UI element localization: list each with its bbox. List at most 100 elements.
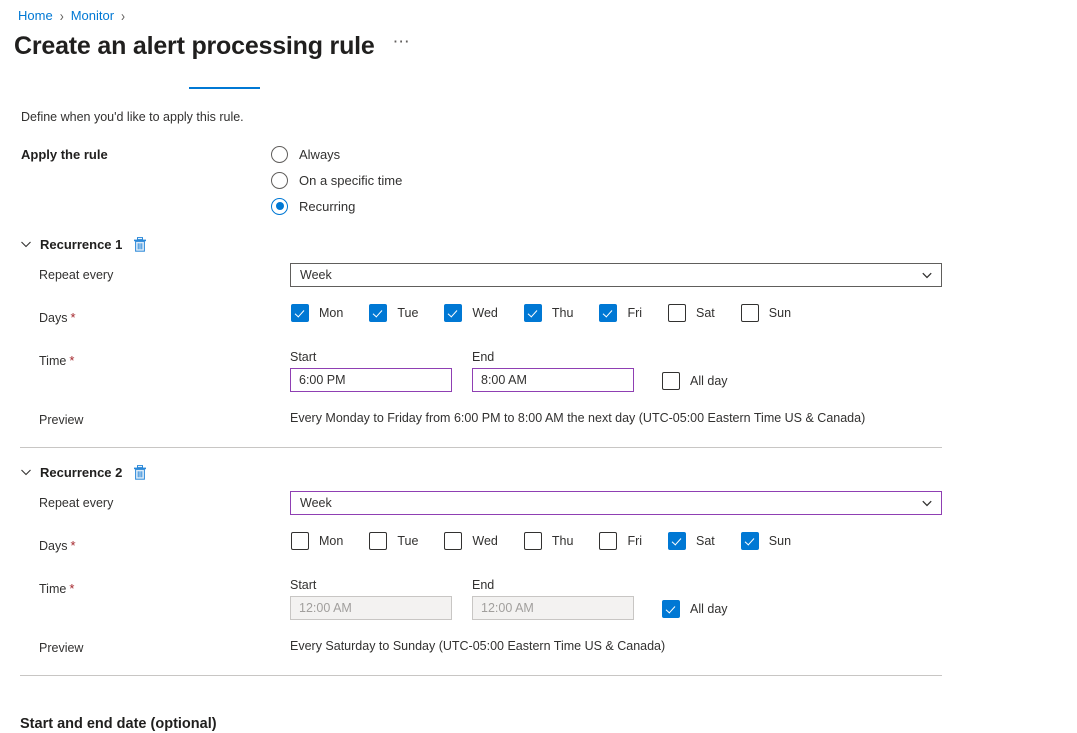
checkbox-icon [599, 532, 617, 550]
end-time-input: 12:00 AM [472, 596, 634, 620]
radio-icon-selected [271, 198, 288, 215]
recurrence-1-repeat-every-dropdown[interactable]: Week [290, 263, 942, 287]
checkbox-icon [668, 532, 686, 550]
days-label-text: Days [39, 539, 67, 553]
start-time-input[interactable]: 6:00 PM [290, 368, 452, 392]
required-indicator: * [69, 353, 74, 368]
day-checkbox-mon[interactable]: Mon [291, 532, 343, 550]
apply-rule-radio-group: Always On a specific time Recurring [271, 141, 402, 219]
day-label: Thu [552, 306, 574, 320]
recurrence-2-preview-label: Preview [39, 641, 83, 655]
recurrence-1-time-group: Start 6:00 PM End 8:00 AM All day [290, 350, 728, 392]
start-label: Start [290, 578, 452, 592]
checkbox-icon [662, 600, 680, 618]
active-tab-indicator[interactable] [189, 87, 260, 89]
radio-option-recurring[interactable]: Recurring [271, 193, 402, 219]
title-row: Create an alert processing rule ⋯ [14, 30, 411, 62]
start-and-end-date-heading: Start and end date (optional) [20, 716, 217, 732]
days-label-text: Days [39, 311, 67, 325]
checkbox-icon [662, 372, 680, 390]
day-label: Wed [472, 306, 497, 320]
day-label: Fri [627, 534, 642, 548]
start-time-input: 12:00 AM [290, 596, 452, 620]
day-label: Tue [397, 306, 418, 320]
day-label: Sat [696, 534, 715, 548]
all-day-label: All day [690, 374, 728, 388]
recurrence-2-end-field: End 12:00 AM [472, 578, 634, 620]
day-label: Mon [319, 534, 343, 548]
recurrence-1-preview-label: Preview [39, 413, 83, 427]
recurrence-1-title: Recurrence 1 [40, 237, 122, 252]
radio-option-on-a-specific-time[interactable]: On a specific time [271, 167, 402, 193]
recurrence-1-days-label: Days* [39, 310, 76, 325]
recurrence-2-time-group: Start 12:00 AM End 12:00 AM All day [290, 578, 728, 620]
end-time-input[interactable]: 8:00 AM [472, 368, 634, 392]
recurrence-2-all-day-checkbox[interactable]: All day [662, 600, 728, 620]
recurrence-1-repeat-every-label: Repeat every [39, 268, 113, 282]
day-label: Tue [397, 534, 418, 548]
day-label: Sun [769, 534, 791, 548]
day-checkbox-sun[interactable]: Sun [741, 532, 791, 550]
checkbox-icon [291, 304, 309, 322]
alert-processing-rule-page: Home › Monitor › Create an alert process… [0, 0, 1077, 733]
breadcrumb: Home › Monitor › [14, 8, 128, 23]
breadcrumb-item-home[interactable]: Home [14, 8, 57, 23]
recurrence-1-end-field: End 8:00 AM [472, 350, 634, 392]
recurrence-2-days-group: Mon Tue Wed Thu Fri Sat Sun [291, 532, 791, 550]
day-checkbox-fri[interactable]: Fri [599, 532, 642, 550]
day-checkbox-thu[interactable]: Thu [524, 532, 574, 550]
chevron-down-icon[interactable] [20, 238, 32, 250]
apply-rule-label: Apply the rule [21, 147, 108, 162]
required-indicator: * [69, 581, 74, 596]
intro-text: Define when you'd like to apply this rul… [21, 110, 244, 124]
recurrence-2-title: Recurrence 2 [40, 465, 122, 480]
recurrence-2-header: Recurrence 2 [20, 464, 148, 480]
checkbox-icon [524, 304, 542, 322]
recurrence-1-time-label: Time* [39, 353, 74, 368]
dropdown-value: Week [300, 496, 921, 510]
recurrence-1-all-day-checkbox[interactable]: All day [662, 372, 728, 392]
delete-recurrence-2-button[interactable] [132, 464, 148, 480]
day-checkbox-mon[interactable]: Mon [291, 304, 343, 322]
page-title: Create an alert processing rule [14, 30, 375, 62]
day-checkbox-thu[interactable]: Thu [524, 304, 574, 322]
dropdown-value: Week [300, 268, 921, 282]
day-checkbox-fri[interactable]: Fri [599, 304, 642, 322]
more-actions-icon[interactable]: ⋯ [393, 36, 411, 56]
recurrence-2-repeat-every-dropdown[interactable]: Week [290, 491, 942, 515]
recurrence-1-preview-text: Every Monday to Friday from 6:00 PM to 8… [290, 411, 865, 425]
day-checkbox-wed[interactable]: Wed [444, 532, 497, 550]
checkbox-icon [668, 304, 686, 322]
recurrence-1-header: Recurrence 1 [20, 236, 148, 252]
day-label: Thu [552, 534, 574, 548]
end-label: End [472, 578, 634, 592]
trash-icon [133, 465, 147, 480]
recurrence-1-start-field: Start 6:00 PM [290, 350, 452, 392]
day-label: Wed [472, 534, 497, 548]
trash-icon [133, 237, 147, 252]
chevron-right-icon: › [118, 7, 128, 25]
recurrence-2-days-label: Days* [39, 538, 76, 553]
recurrence-divider [20, 447, 942, 448]
breadcrumb-item-monitor[interactable]: Monitor [67, 8, 118, 23]
day-checkbox-tue[interactable]: Tue [369, 304, 418, 322]
day-label: Mon [319, 306, 343, 320]
checkbox-icon [291, 532, 309, 550]
day-checkbox-sat[interactable]: Sat [668, 304, 715, 322]
day-label: Fri [627, 306, 642, 320]
day-checkbox-wed[interactable]: Wed [444, 304, 497, 322]
day-checkbox-tue[interactable]: Tue [369, 532, 418, 550]
checkbox-icon [741, 304, 759, 322]
radio-label: Recurring [299, 199, 355, 214]
checkbox-icon [444, 532, 462, 550]
day-label: Sat [696, 306, 715, 320]
day-checkbox-sat[interactable]: Sat [668, 532, 715, 550]
day-checkbox-sun[interactable]: Sun [741, 304, 791, 322]
chevron-down-icon [921, 269, 933, 281]
checkbox-icon [369, 532, 387, 550]
chevron-down-icon[interactable] [20, 466, 32, 478]
radio-option-always[interactable]: Always [271, 141, 402, 167]
section-divider [20, 675, 942, 676]
chevron-right-icon: › [57, 7, 67, 25]
delete-recurrence-1-button[interactable] [132, 236, 148, 252]
